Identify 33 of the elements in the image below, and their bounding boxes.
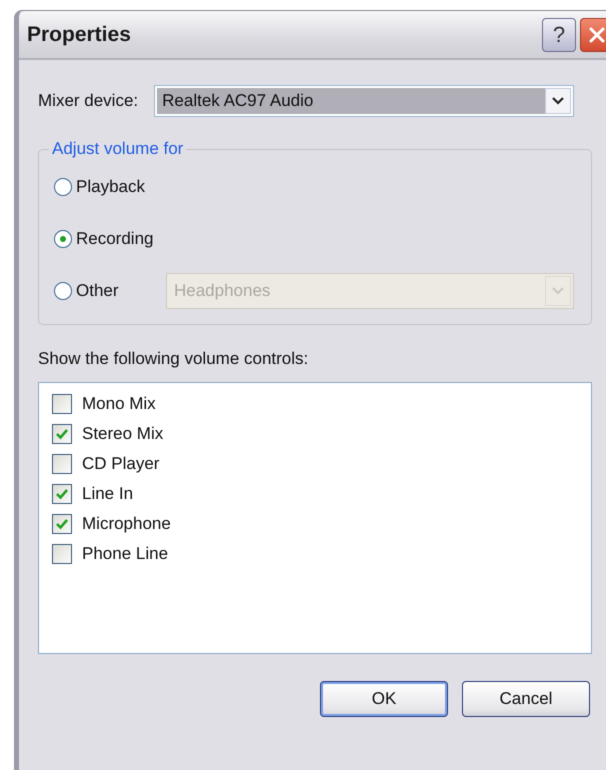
radio-option[interactable]: Playback	[54, 177, 166, 197]
checkbox[interactable]	[52, 544, 72, 564]
checkbox[interactable]	[52, 454, 72, 474]
checkmark-icon	[55, 517, 69, 531]
radio-option[interactable]: Other	[54, 281, 166, 301]
checkbox[interactable]	[52, 424, 72, 444]
radio-button[interactable]	[54, 230, 72, 248]
chevron-down-icon	[552, 287, 564, 295]
volume-controls-label: Show the following volume controls:	[38, 349, 310, 369]
mixer-device-dropdown[interactable]: Realtek AC97 Audio	[154, 85, 574, 117]
chevron-down-icon	[552, 97, 564, 105]
checkbox-item[interactable]: Phone Line	[52, 539, 168, 569]
radio-button[interactable]	[54, 282, 72, 300]
radio-button[interactable]	[54, 178, 72, 196]
help-button[interactable]: ?	[542, 18, 576, 52]
group-title: Adjust volume for	[49, 139, 186, 159]
checkbox-item[interactable]: CD Player	[52, 449, 160, 479]
checkbox-item[interactable]: Mono Mix	[52, 389, 156, 419]
mixer-device-label: Mixer device:	[38, 91, 138, 111]
checkbox[interactable]	[52, 394, 72, 414]
checkbox-item[interactable]: Line In	[52, 479, 134, 509]
checkbox-item[interactable]: Microphone	[52, 509, 171, 539]
checkbox[interactable]	[52, 484, 72, 504]
cancel-button[interactable]: Cancel	[462, 681, 590, 717]
checkmark-icon	[55, 487, 69, 501]
close-button[interactable]	[580, 18, 606, 52]
checkbox-item[interactable]: Stereo Mix	[52, 419, 164, 449]
close-icon	[588, 26, 606, 44]
window-title: Properties	[27, 22, 131, 46]
checkmark-icon	[55, 427, 69, 441]
radio-option[interactable]: Recording	[54, 229, 166, 249]
ok-button[interactable]: OK	[320, 681, 448, 717]
checkbox[interactable]	[52, 514, 72, 534]
